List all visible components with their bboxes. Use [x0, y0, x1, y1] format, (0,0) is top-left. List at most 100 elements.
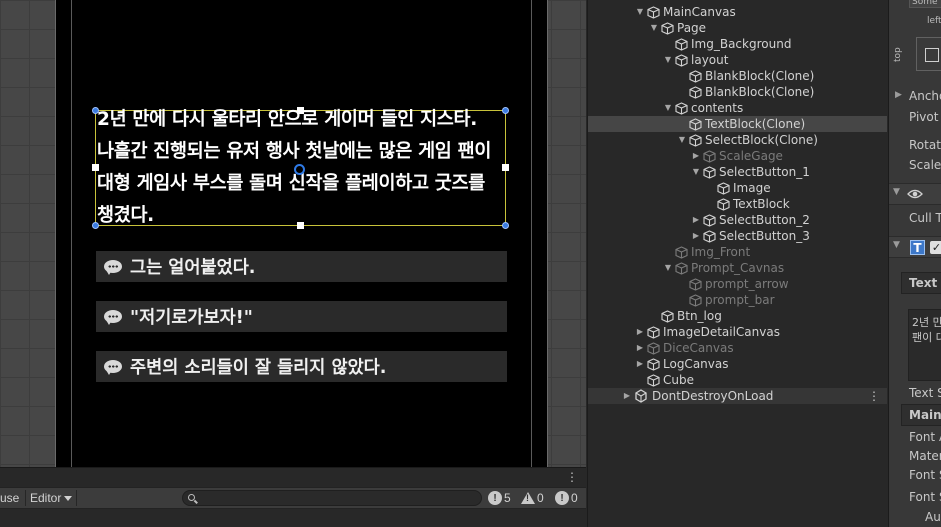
canvas-frame: [55, 0, 548, 467]
select-button-2[interactable]: "저기로가보자!": [96, 301, 507, 332]
hierarchy-item-label: Image: [733, 181, 771, 195]
hierarchy-item[interactable]: TextBlock(Clone): [588, 116, 887, 132]
gameobject-cube-icon: [661, 310, 674, 323]
gameobject-cube-icon: [689, 86, 702, 99]
hierarchy-item-label: prompt_bar: [705, 293, 775, 307]
text-preview-line: 팬이 대: [912, 331, 941, 344]
hierarchy-item[interactable]: ▶ LogCanvas: [588, 356, 887, 372]
hierarchy-item-label: TextBlock: [733, 197, 790, 211]
scene-view[interactable]: 2년 만에 다시 울타리 안으로 게이머 들인 지스타. 나흘간 진행되는 유저…: [0, 0, 586, 467]
hierarchy-item[interactable]: BlankBlock(Clone): [588, 68, 887, 84]
toolbar-separator: [25, 490, 26, 506]
chevron-down-icon[interactable]: ▼: [691, 164, 701, 180]
warning-count-toggle[interactable]: ! 0: [521, 490, 544, 506]
text-input-area[interactable]: 2년 만 팬이 대: [908, 309, 941, 381]
hierarchy-item[interactable]: ▶ ScaleGage: [588, 148, 887, 164]
chevron-right-icon[interactable]: ▶: [895, 90, 902, 100]
chevron-right-icon[interactable]: ▶: [635, 356, 645, 372]
textmeshpro-header[interactable]: ▼ T ✓: [889, 236, 941, 258]
scale-label: Scale: [909, 158, 941, 172]
hierarchy-item[interactable]: Img_Background: [588, 36, 887, 52]
chevron-down-icon[interactable]: ▼: [663, 52, 673, 68]
speech-bubble-icon: [104, 309, 124, 325]
hierarchy-item[interactable]: Image: [588, 180, 887, 196]
rect-edge-handle[interactable]: [297, 107, 304, 114]
select-button-3[interactable]: 주변의 소리들이 잘 들리지 않았다.: [96, 351, 507, 382]
preset-field[interactable]: Some: [909, 0, 941, 8]
hierarchy-item[interactable]: TextBlock: [588, 196, 887, 212]
chevron-down-icon[interactable]: ▼: [893, 187, 900, 197]
console-menu-icon[interactable]: ⋮: [566, 471, 578, 483]
gameobject-cube-icon: [717, 198, 730, 211]
hierarchy-item[interactable]: ▼ Prompt_Cavnas: [588, 260, 887, 276]
rect-edge-handle[interactable]: [297, 222, 304, 229]
gameobject-cube-icon: [647, 326, 660, 339]
anchor-top-label: top: [893, 47, 903, 62]
gameobject-cube-icon: [689, 278, 702, 291]
chevron-down-icon[interactable]: ▼: [635, 4, 645, 20]
chevron-down-icon[interactable]: ▼: [893, 240, 900, 250]
hierarchy-item[interactable]: ▼ layout: [588, 52, 887, 68]
select-button-1[interactable]: 그는 얼어붙었다.: [96, 251, 507, 282]
rect-corner-handle[interactable]: [92, 107, 99, 114]
editor-dropdown[interactable]: Editor: [28, 488, 74, 508]
chevron-right-icon[interactable]: ▶: [635, 340, 645, 356]
hierarchy-item[interactable]: ▼ SelectButton_1: [588, 164, 887, 180]
chevron-down-icon[interactable]: ▼: [663, 260, 673, 276]
hierarchy-item-label: SelectButton_2: [719, 213, 810, 227]
hierarchy-item-label: Img_Front: [691, 245, 751, 259]
text-input-header-label: Text I: [909, 276, 941, 290]
main-settings-header[interactable]: Main S: [901, 404, 941, 426]
rect-corner-handle[interactable]: [502, 222, 509, 229]
more-options-icon[interactable]: ⋮: [868, 388, 880, 404]
gameobject-cube-icon: [703, 166, 716, 179]
hierarchy-item[interactable]: ▶ SelectButton_2: [588, 212, 887, 228]
speech-bubble-icon: [104, 259, 124, 275]
hierarchy-item[interactable]: ▼ Page: [588, 20, 887, 36]
hierarchy-item-label: BlankBlock(Clone): [705, 69, 815, 83]
chevron-right-icon[interactable]: ▶: [691, 148, 701, 164]
canvas-renderer-header[interactable]: ▼: [889, 183, 941, 205]
chevron-right-icon[interactable]: ▶: [635, 324, 645, 340]
checkbox-checked-icon[interactable]: ✓: [930, 241, 941, 254]
hierarchy-item[interactable]: prompt_arrow: [588, 276, 887, 292]
chevron-right-icon[interactable]: ▶: [691, 228, 701, 244]
error-count-toggle[interactable]: ! 0: [555, 490, 578, 506]
hierarchy-item[interactable]: ▶ DiceCanvas: [588, 340, 887, 356]
hierarchy-item[interactable]: BlankBlock(Clone): [588, 84, 887, 100]
rect-corner-handle[interactable]: [502, 107, 509, 114]
console-search-input[interactable]: [182, 490, 482, 506]
chevron-down-icon[interactable]: ▼: [663, 100, 673, 116]
font-size-label: Font S: [909, 490, 941, 504]
hierarchy-panel[interactable]: ▼ MainCanvas ▼ Page Img_Background ▼ layout Bla…: [587, 0, 887, 527]
error-pause-button[interactable]: use: [0, 491, 19, 505]
rect-edge-handle[interactable]: [502, 164, 509, 171]
chevron-down-icon[interactable]: ▼: [649, 20, 659, 36]
anchor-preset-button[interactable]: [916, 37, 941, 71]
chevron-right-icon[interactable]: ▶: [691, 212, 701, 228]
hierarchy-item[interactable]: ▼ SelectBlock(Clone): [588, 132, 887, 148]
chevron-down-icon[interactable]: ▼: [677, 132, 687, 148]
hierarchy-item[interactable]: Img_Front: [588, 244, 887, 260]
hierarchy-item[interactable]: prompt_bar: [588, 292, 887, 308]
hierarchy-item-dontdestroyonload[interactable]: ▶ DontDestroyOnLoad ⋮: [588, 388, 887, 404]
hierarchy-item[interactable]: Cube: [588, 372, 887, 388]
info-count-toggle[interactable]: ! 5: [488, 490, 511, 506]
hierarchy-item[interactable]: ▼ contents: [588, 100, 887, 116]
canvas-guide-line: [531, 0, 532, 467]
chevron-right-icon[interactable]: ▶: [622, 388, 632, 404]
rect-corner-handle[interactable]: [92, 222, 99, 229]
gameobject-cube-icon: [675, 246, 688, 259]
text-component-icon: T: [910, 240, 925, 255]
hierarchy-item[interactable]: ▶ ImageDetailCanvas: [588, 324, 887, 340]
hierarchy-item[interactable]: ▶ SelectButton_3: [588, 228, 887, 244]
text-input-header[interactable]: Text I: [901, 272, 941, 294]
gameobject-cube-icon: [647, 342, 660, 355]
rect-edge-handle[interactable]: [92, 164, 99, 171]
gameobject-cube-icon: [675, 54, 688, 67]
pivot-handle[interactable]: [294, 164, 305, 175]
hierarchy-item[interactable]: Btn_log: [588, 308, 887, 324]
pivot-label: Pivot: [909, 110, 939, 124]
hierarchy-item[interactable]: ▼ MainCanvas: [588, 4, 887, 20]
gameobject-cube-icon: [703, 230, 716, 243]
